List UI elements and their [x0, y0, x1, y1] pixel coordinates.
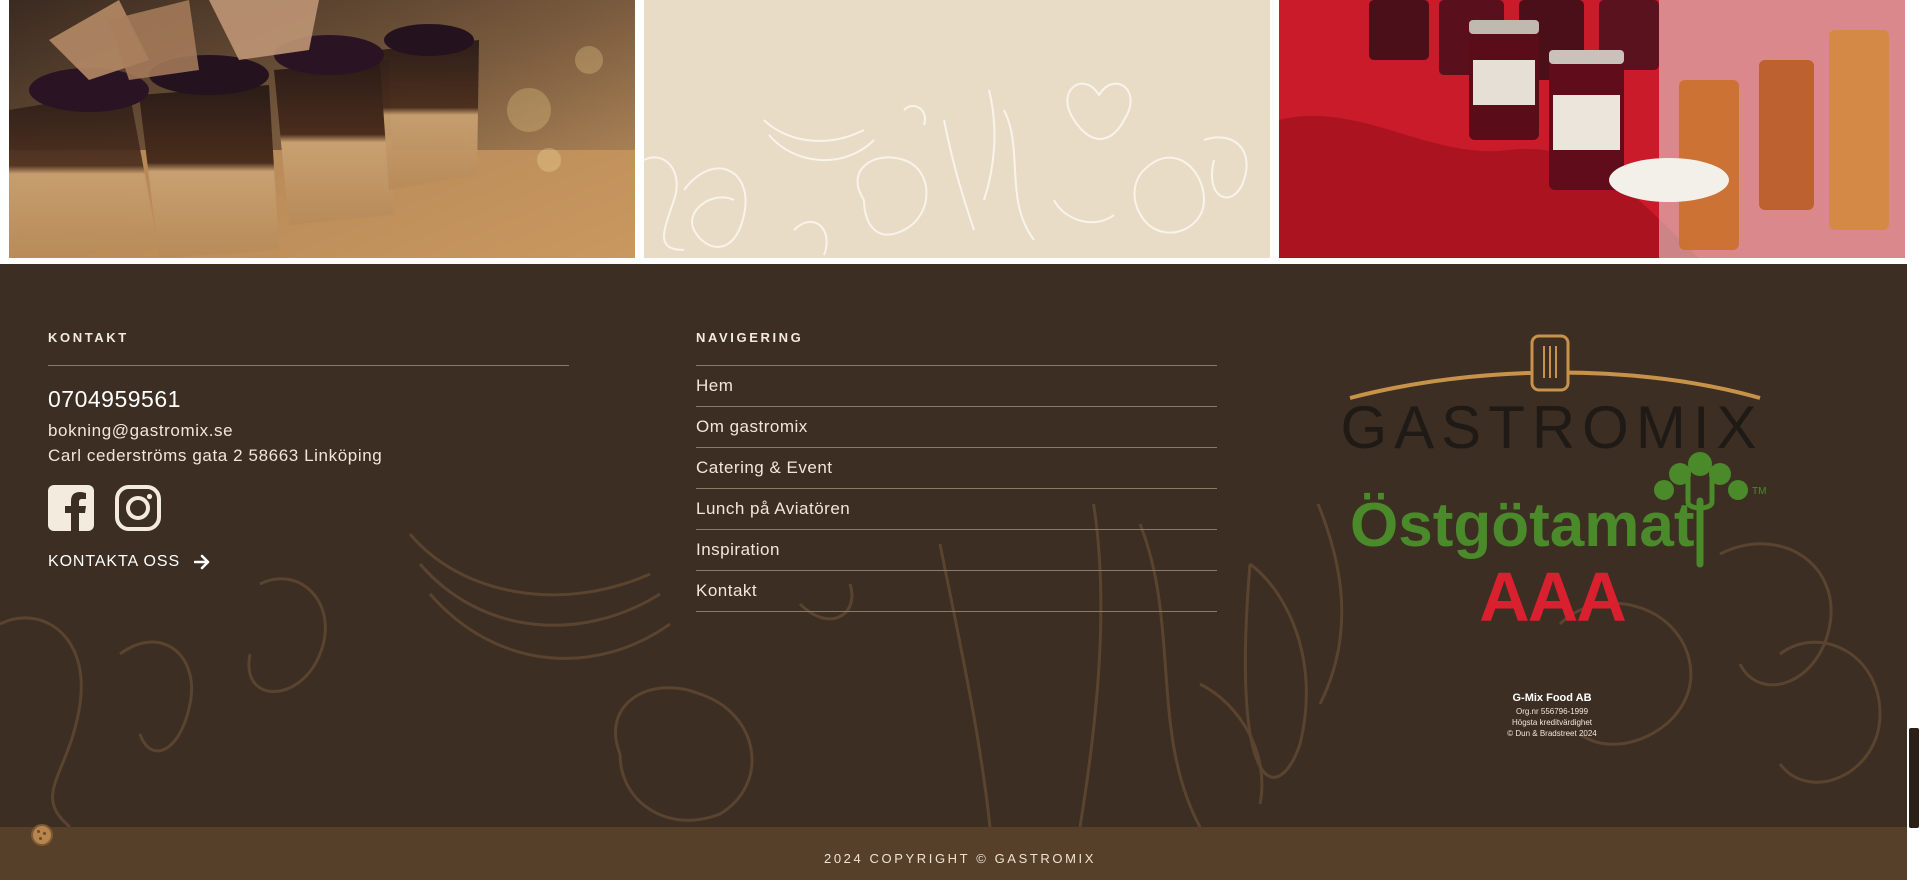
instagram-icon[interactable] [115, 485, 161, 531]
scrollbar-thumb[interactable] [1909, 728, 1919, 828]
contact-heading: KONTAKT [48, 330, 129, 345]
jam-jars-image [1279, 0, 1905, 258]
facebook-icon[interactable] [48, 485, 94, 531]
nav-item-hem[interactable]: Hem [696, 366, 1217, 407]
copyright-bar: 2024 COPYRIGHT © GASTROMIX [0, 827, 1920, 880]
cookie-settings-icon[interactable] [31, 824, 53, 846]
nav-item-inspiration[interactable]: Inspiration [696, 530, 1217, 571]
ostgotamat-wordmark: Östgötamat [1350, 491, 1694, 560]
aaa-source: © Dun & Bradstreet 2024 [1507, 729, 1597, 738]
dessert-cups-image [9, 0, 635, 258]
aaa-org-number: Org.nr 556796-1999 [1515, 707, 1589, 716]
social-links [48, 485, 569, 531]
vegetable-line-art-image [644, 0, 1270, 258]
address-text: Carl cederströms gata 2 58663 Linköping [48, 446, 383, 465]
email-link[interactable]: bokning@gastromix.se [48, 421, 569, 441]
partner-logos: GASTROMIX Östgötamat TM AAA [1340, 334, 1766, 626]
aaa-rating-logo[interactable]: AAA [1479, 558, 1627, 626]
footer-nav-list: Hem Om gastromix Catering & Event Lunch … [696, 366, 1217, 612]
arrow-right-icon [194, 554, 210, 570]
aaa-rating-text: Högsta kreditvärdighet [1511, 718, 1593, 727]
page-scrollbar[interactable] [1907, 0, 1920, 880]
contact-us-button[interactable]: KONTAKTA OSS [48, 553, 569, 571]
image-gallery [0, 0, 1920, 264]
contact-column: KONTAKT 0704959561 bokning@gastromix.se … [48, 330, 569, 571]
gastromix-logo[interactable]: GASTROMIX [1340, 334, 1763, 461]
aaa-company: G-Mix Food AB [1512, 692, 1592, 704]
contact-us-label: KONTAKTA OSS [48, 553, 181, 570]
contact-divider [48, 365, 569, 366]
ostgotamat-logo[interactable]: Östgötamat TM [1350, 452, 1766, 568]
nav-item-om-gastromix[interactable]: Om gastromix [696, 407, 1217, 448]
copyright-text: 2024 COPYRIGHT © GASTROMIX [824, 851, 1096, 866]
navigation-column: NAVIGERING Hem Om gastromix Catering & E… [696, 330, 1217, 612]
aaa-rating-details: G-Mix Food AB Org.nr 556796-1999 Högsta … [1460, 692, 1644, 738]
navigation-heading: NAVIGERING [696, 330, 804, 345]
aaa-wordmark: AAA [1479, 558, 1625, 626]
nav-item-kontakt[interactable]: Kontakt [696, 571, 1217, 612]
site-footer: KONTAKT 0704959561 bokning@gastromix.se … [0, 264, 1920, 827]
nav-item-lunch-aviatoren[interactable]: Lunch på Aviatören [696, 489, 1217, 530]
phone-link[interactable]: 0704959561 [48, 386, 569, 413]
trademark-mark: TM [1752, 486, 1766, 497]
nav-item-catering-event[interactable]: Catering & Event [696, 448, 1217, 489]
gastromix-wordmark: GASTROMIX [1340, 394, 1763, 461]
